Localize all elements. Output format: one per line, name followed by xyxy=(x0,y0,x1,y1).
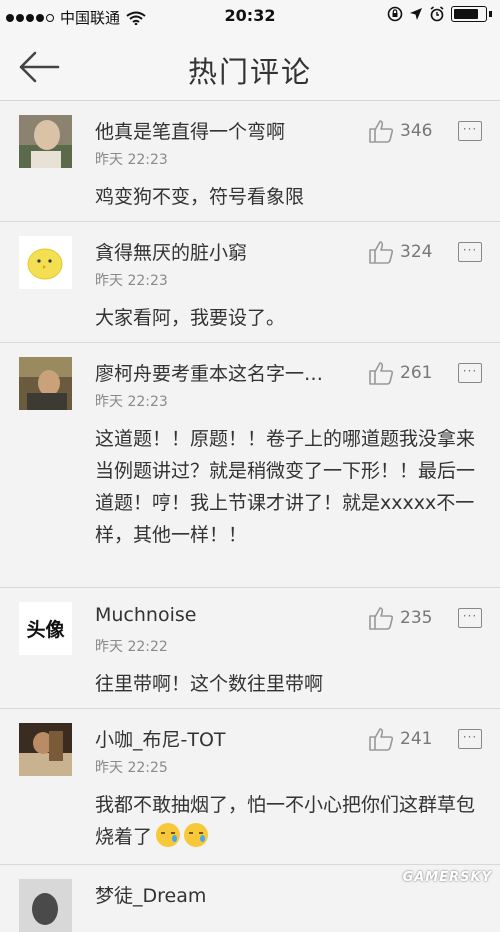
more-dots-icon: ··· xyxy=(462,609,478,623)
comment-content: 鸡变狗不变，符号看象限 xyxy=(95,186,305,208)
like-button[interactable]: 235 xyxy=(368,606,432,630)
avatar[interactable] xyxy=(19,236,72,289)
watermark-logo: GAMERSKY xyxy=(402,870,492,885)
more-options-button[interactable]: ··· xyxy=(458,363,482,383)
like-button[interactable]: 241 xyxy=(368,727,432,751)
comment-item: 他真是笔直得一个弯啊 昨天 22:23 346 ··· 鸡变狗不变，符号看象限 xyxy=(0,101,500,222)
avatar[interactable] xyxy=(19,723,72,776)
like-count: 346 xyxy=(400,121,433,141)
alarm-icon xyxy=(430,6,444,22)
comment-content: 我都不敢抽烟了，怕一不小心把你们这群草包烧着了 xyxy=(95,789,480,853)
like-button[interactable]: 324 xyxy=(368,240,432,264)
page-title: 热门评论 xyxy=(187,55,312,89)
like-button[interactable]: 261 xyxy=(368,361,432,385)
navigation-bar: 热门评论 xyxy=(0,34,500,101)
like-button[interactable]: 346 xyxy=(368,119,432,143)
comment-time: 昨天 22:25 xyxy=(95,760,168,776)
thumbs-up-icon xyxy=(369,728,394,751)
comment-content: 往里带啊！这个数往里带啊 xyxy=(95,673,324,695)
like-count: 241 xyxy=(400,729,433,749)
comment-username[interactable]: 廖柯舟要考重本这名字一… xyxy=(95,359,323,386)
comment-item: 小咖_布尼-TOT 昨天 22:25 241 ··· 我都不敢抽烟了，怕一不小心… xyxy=(0,709,500,865)
more-options-button[interactable]: ··· xyxy=(458,121,482,141)
more-dots-icon: ··· xyxy=(462,730,478,744)
thumbs-up-icon xyxy=(369,362,394,385)
avatar[interactable]: 头像 xyxy=(19,602,72,655)
comment-username[interactable]: 貪得無厌的脏小窮 xyxy=(95,238,247,265)
comment-time: 昨天 22:22 xyxy=(95,639,168,655)
thumbs-up-icon xyxy=(369,607,394,630)
comment-time: 昨天 22:23 xyxy=(95,273,168,289)
thumbs-up-icon xyxy=(369,120,394,143)
comment-content: 这道题！！原题！！卷子上的哪道题我没拿来当例题讲过？就是稍微变了一下形！！最后一… xyxy=(95,428,476,546)
comment-item: 廖柯舟要考重本这名字一… 昨天 22:23 261 ··· 这道题！！原题！！卷… xyxy=(0,343,500,588)
like-count: 235 xyxy=(400,608,433,628)
avatar[interactable] xyxy=(19,115,72,168)
comment-content: 大家看阿，我要设了。 xyxy=(95,307,286,329)
more-options-button[interactable]: ··· xyxy=(458,729,482,749)
more-options-button[interactable]: ··· xyxy=(458,608,482,628)
comment-username[interactable]: Muchnoise xyxy=(95,604,196,626)
comment-time: 昨天 22:23 xyxy=(95,152,168,168)
status-right xyxy=(387,6,492,22)
orientation-lock-icon xyxy=(387,6,403,22)
comment-item: 头像 Muchnoise 昨天 22:22 235 ··· 往里带啊！这个数往里… xyxy=(0,588,500,709)
comment-username[interactable]: 他真是笔直得一个弯啊 xyxy=(95,117,285,144)
sweat-emoji-icon xyxy=(184,823,209,847)
location-icon xyxy=(410,8,422,20)
sweat-emoji-icon xyxy=(156,823,181,847)
more-dots-icon: ··· xyxy=(462,364,478,378)
avatar-text: 头像 xyxy=(26,619,65,641)
more-options-button[interactable]: ··· xyxy=(458,242,482,262)
comment-list: 他真是笔直得一个弯啊 昨天 22:23 346 ··· 鸡变狗不变，符号看象限 … xyxy=(0,101,500,932)
thumbs-up-icon xyxy=(369,241,394,264)
status-bar: 中国联通 20:32 xyxy=(0,0,500,34)
battery-icon xyxy=(451,6,487,22)
comment-username[interactable]: 梦徒_Dream xyxy=(95,881,206,908)
comment-item: 貪得無厌的脏小窮 昨天 22:23 324 ··· 大家看阿，我要设了。 xyxy=(0,222,500,343)
like-count: 324 xyxy=(400,242,433,262)
more-dots-icon: ··· xyxy=(462,243,478,257)
more-dots-icon: ··· xyxy=(462,122,478,136)
like-count: 261 xyxy=(400,363,433,383)
comment-text: 我都不敢抽烟了，怕一不小心把你们这群草包烧着了 xyxy=(95,794,476,848)
comment-username[interactable]: 小咖_布尼-TOT xyxy=(95,725,226,752)
comment-time: 昨天 22:23 xyxy=(95,394,168,410)
avatar[interactable] xyxy=(19,357,72,410)
